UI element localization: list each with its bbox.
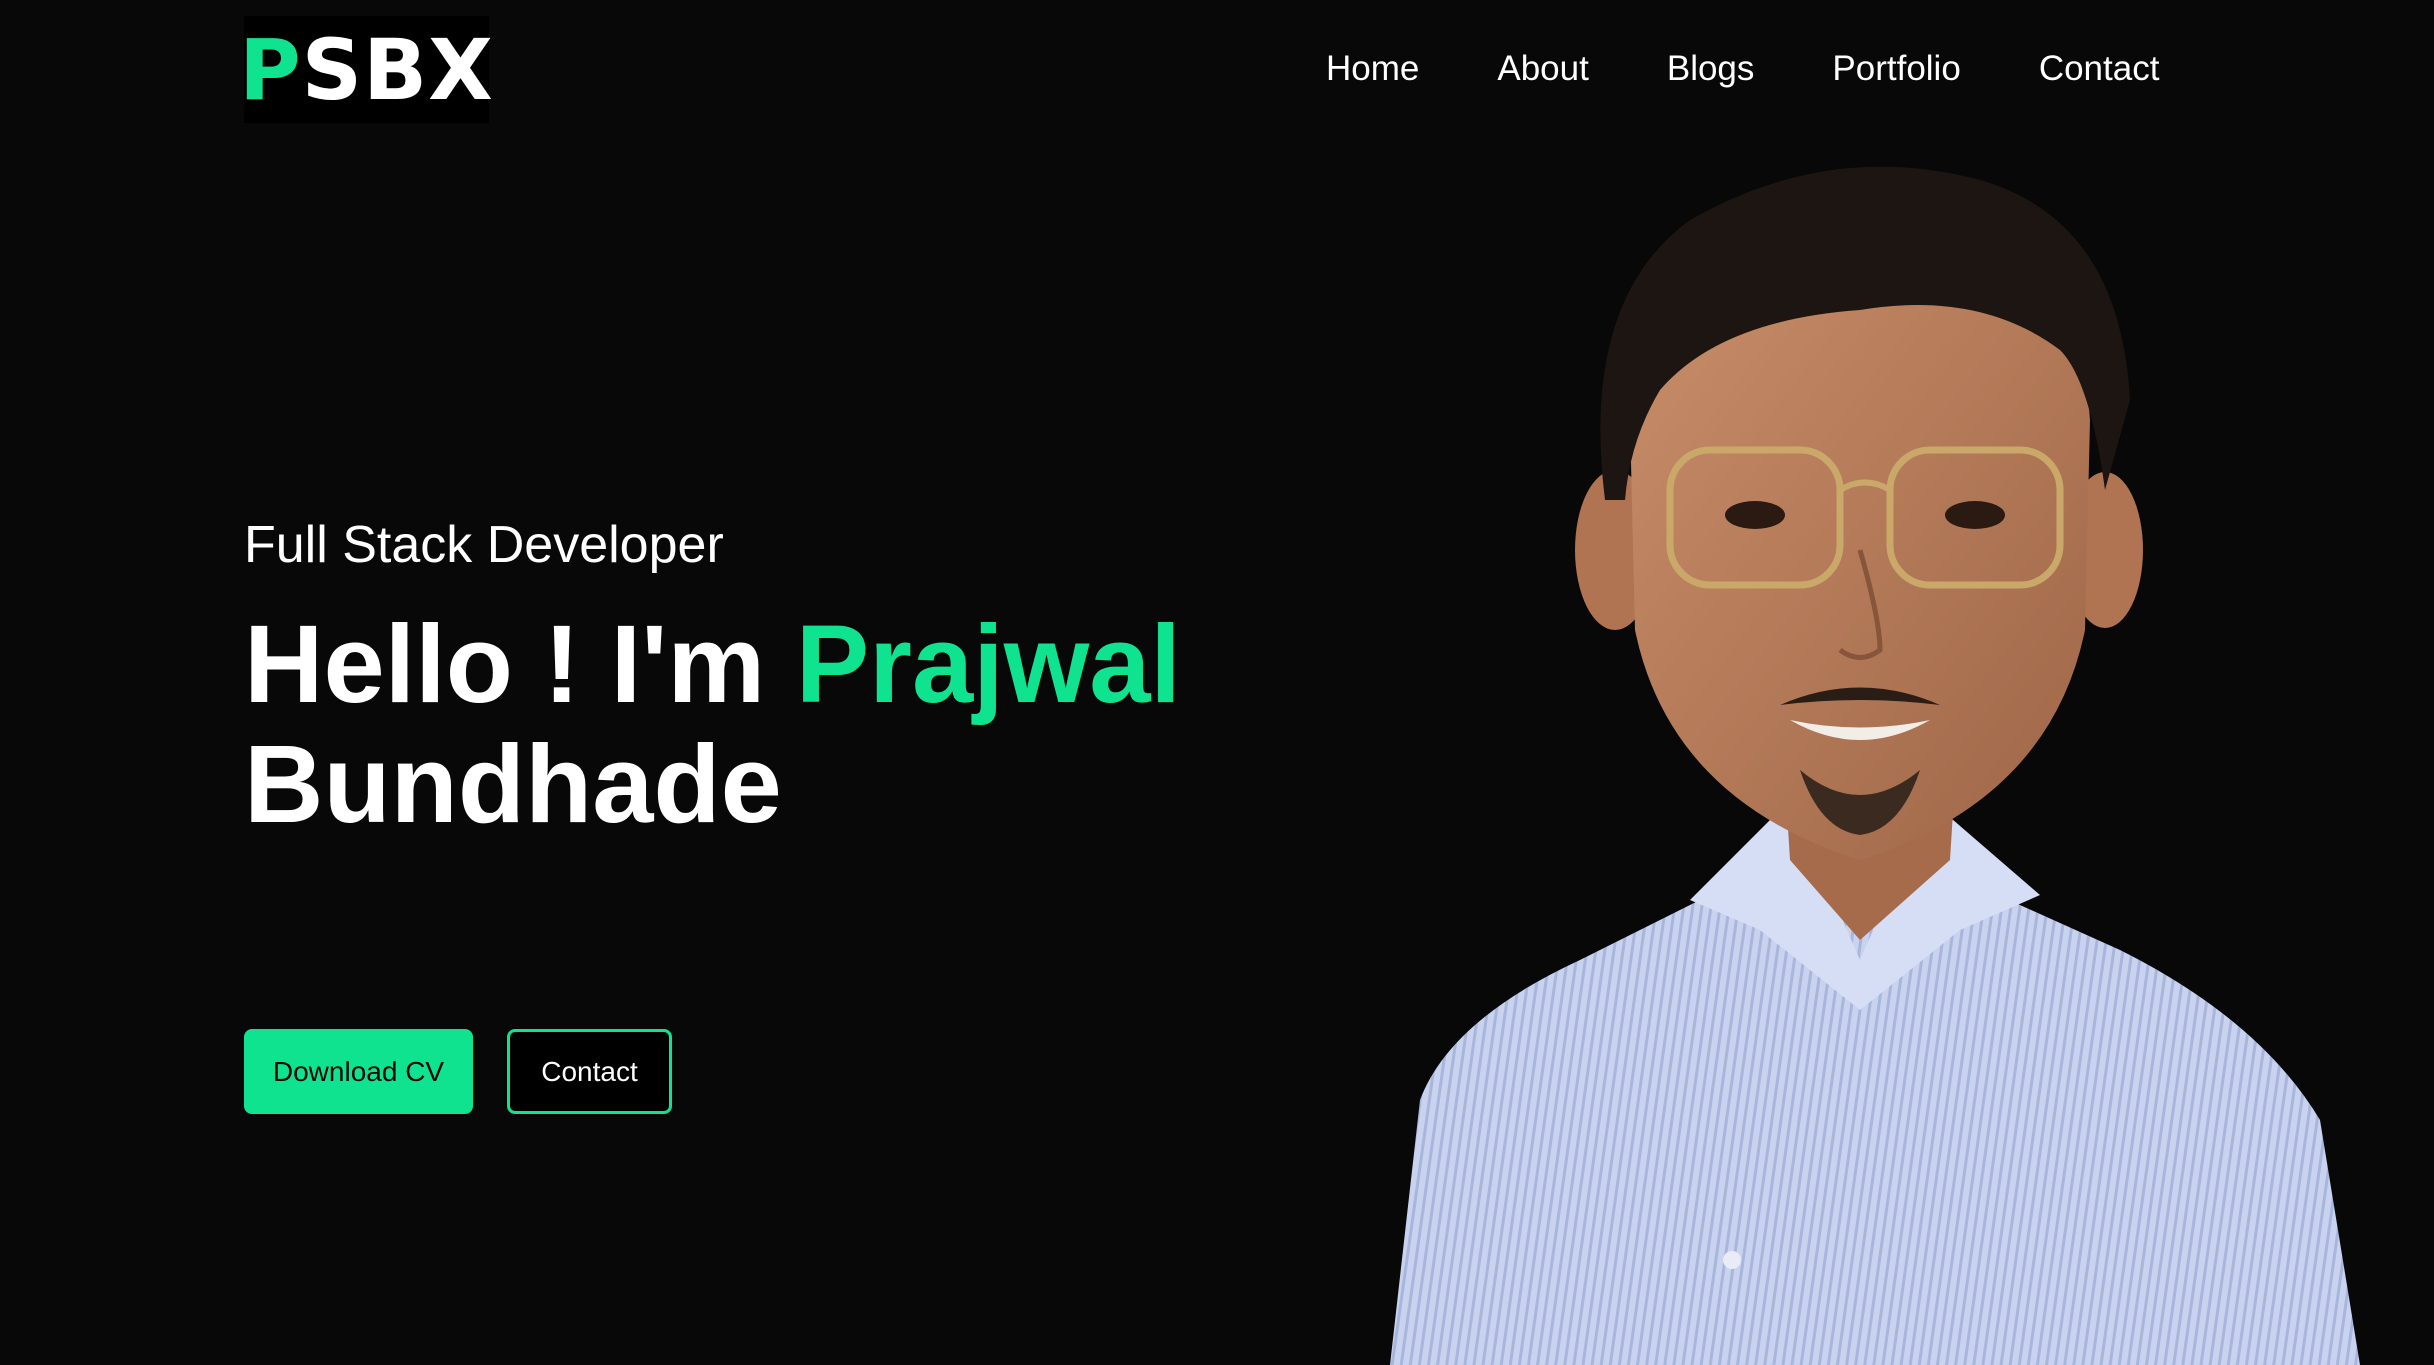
logo-letters: SBX [301,20,494,119]
nav-blogs-link[interactable]: Blogs [1628,44,1794,94]
logo-letter-accent: P [239,20,302,119]
hero-last-name: Bundhade [244,723,782,846]
hero-headline: Hello ! I'm Prajwal Bundhade [244,605,1181,845]
person-photo-icon [1390,166,2360,1365]
main-nav: Home About Blogs Portfolio Contact [1326,44,2198,94]
download-cv-button[interactable]: Download CV [244,1029,473,1114]
contact-button[interactable]: Contact [507,1029,672,1114]
nav-home-link[interactable]: Home [1326,44,1458,94]
page: P SBX Home About Blogs Portfolio Contact … [0,0,2434,1365]
site-logo[interactable]: P SBX [239,16,493,123]
nav-about-link[interactable]: About [1458,44,1627,94]
hero-actions: Download CV Contact [244,1029,672,1114]
hero-role: Full Stack Developer [244,516,724,574]
nav-portfolio-link[interactable]: Portfolio [1793,44,1999,94]
nav-contact-link[interactable]: Contact [2000,44,2199,94]
hero-first-name: Prajwal [795,603,1181,726]
hero-greeting: Hello ! I'm [244,603,766,726]
